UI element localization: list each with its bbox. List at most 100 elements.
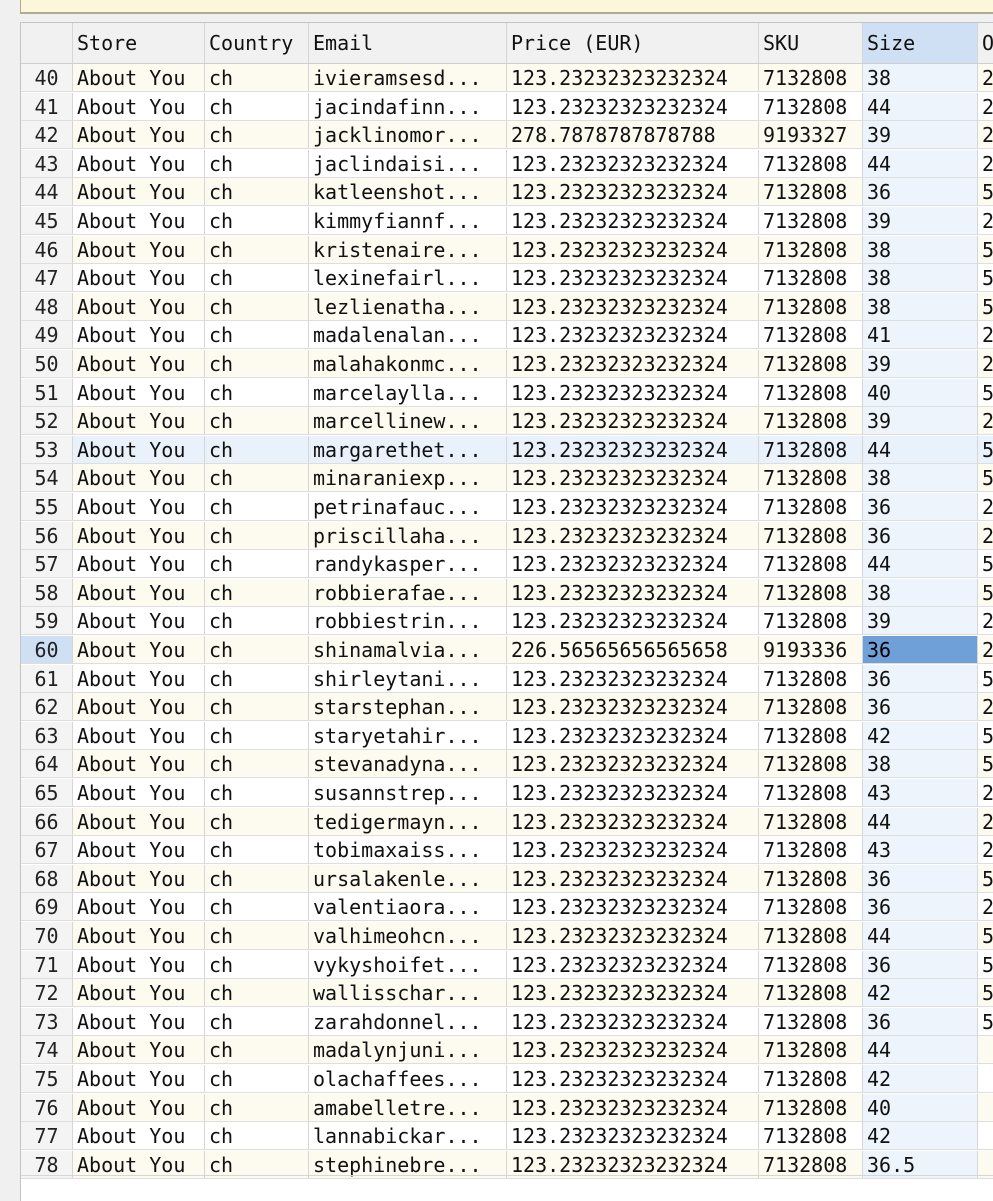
cell-country[interactable]: ch	[205, 350, 309, 378]
cell-sku[interactable]: 7132808	[759, 207, 863, 235]
cell-price[interactable]: 123.23232323232324	[507, 292, 759, 321]
cell-store[interactable]: About You	[73, 979, 205, 1008]
cell-o[interactable]	[978, 1065, 993, 1093]
cell-store[interactable]: About You	[73, 779, 205, 807]
cell-email[interactable]: petrinafauc...	[309, 493, 507, 521]
row-number[interactable]: 61	[21, 664, 73, 693]
cell-email[interactable]: valhimeohcn...	[309, 922, 507, 950]
row-number[interactable]: 45	[21, 207, 73, 235]
row-number[interactable]: 51	[21, 378, 73, 407]
cell-size[interactable]: 39	[863, 607, 978, 636]
cell-o[interactable]: 2	[978, 207, 993, 235]
cell-email[interactable]: randykasper...	[309, 550, 507, 579]
cell-email[interactable]: staryetahir...	[309, 721, 507, 750]
cell-o[interactable]: 5	[978, 264, 993, 293]
row-number[interactable]: 64	[21, 750, 73, 779]
cell-o[interactable]: 2	[978, 493, 993, 521]
cell-sku[interactable]: 7132808	[759, 779, 863, 807]
cell-store[interactable]: About You	[73, 721, 205, 750]
cell-price[interactable]: 123.23232323232324	[507, 435, 759, 464]
cell-email[interactable]: kimmyfiannf...	[309, 207, 507, 235]
cell-country[interactable]: ch	[205, 64, 309, 92]
row-number[interactable]: 77	[21, 1122, 73, 1151]
cell-store[interactable]: About You	[73, 493, 205, 521]
cell-size[interactable]: 36	[863, 664, 978, 693]
row-number[interactable]: 54	[21, 464, 73, 493]
cell-store[interactable]: About You	[73, 750, 205, 779]
cell-size[interactable]: 38	[863, 264, 978, 293]
data-grid[interactable]: Store Country Email Price (EUR) SKU Size…	[20, 22, 993, 1201]
cell-size[interactable]: 40	[863, 1093, 978, 1122]
cell-price[interactable]: 123.23232323232324	[507, 578, 759, 607]
cell-o[interactable]: 2	[978, 636, 993, 664]
table-row[interactable]: 67 About You ch tobimaxaiss... 123.232323232…	[21, 836, 993, 865]
cell-store[interactable]: About You	[73, 235, 205, 264]
cell-price[interactable]: 123.23232323232324	[507, 864, 759, 893]
header-sku[interactable]: SKU	[759, 23, 863, 63]
header-size[interactable]: Size	[863, 23, 978, 63]
cell-sku[interactable]: 7132808	[759, 92, 863, 121]
cell-price[interactable]: 123.23232323232324	[507, 1036, 759, 1065]
table-row[interactable]: 64 About You ch stevanadyna... 123.232323232…	[21, 750, 993, 779]
cell-email[interactable]: starstephan...	[309, 693, 507, 722]
cell-sku[interactable]: 7132808	[759, 149, 863, 178]
row-number[interactable]: 53	[21, 435, 73, 464]
cell-store[interactable]: About You	[73, 464, 205, 493]
cell-size[interactable]: 44	[863, 1036, 978, 1065]
cell-o[interactable]: 5	[978, 550, 993, 579]
cell-store[interactable]: About You	[73, 693, 205, 722]
cell-size[interactable]: 36	[863, 950, 978, 979]
cell-country[interactable]: ch	[205, 92, 309, 121]
cell-size[interactable]: 36	[863, 636, 978, 664]
cell-sku[interactable]: 7132808	[759, 1036, 863, 1065]
cell-price[interactable]: 123.23232323232324	[507, 664, 759, 693]
cell-store[interactable]: About You	[73, 950, 205, 979]
cell-sku[interactable]: 7132808	[759, 1065, 863, 1093]
row-number[interactable]: 48	[21, 292, 73, 321]
cell-country[interactable]: ch	[205, 1122, 309, 1151]
table-row[interactable]: 53 About You ch margarethet... 123.232323232…	[21, 435, 993, 465]
cell-country[interactable]: ch	[205, 521, 309, 550]
cell-size[interactable]: 38	[863, 578, 978, 607]
cell-email[interactable]: tobimaxaiss...	[309, 836, 507, 865]
cell-sku[interactable]: 7132808	[759, 807, 863, 836]
table-row[interactable]: 52 About You ch marcellinew... 123.232323232…	[21, 407, 993, 436]
table-row[interactable]: 47 About You ch lexinefairl... 123.232323232…	[21, 264, 993, 293]
header-country[interactable]: Country	[205, 23, 309, 63]
cell-size[interactable]: 36	[863, 864, 978, 893]
cell-sku[interactable]: 7132808	[759, 1093, 863, 1122]
cell-store[interactable]: About You	[73, 550, 205, 579]
table-row[interactable]: 72 About You ch wallisschar... 123.232323232…	[21, 979, 993, 1008]
cell-size[interactable]: 44	[863, 149, 978, 178]
cell-store[interactable]: About You	[73, 807, 205, 836]
table-row[interactable]: 63 About You ch staryetahir... 123.232323232…	[21, 721, 993, 751]
table-row[interactable]: 61 About You ch shirleytani... 123.232323232…	[21, 664, 993, 694]
cell-size[interactable]: 38	[863, 464, 978, 493]
cell-size[interactable]: 38	[863, 235, 978, 264]
table-row[interactable]: 45 About You ch kimmyfiannf... 123.232323232…	[21, 207, 993, 236]
cell-sku[interactable]: 7132808	[759, 292, 863, 321]
cell-price[interactable]: 123.23232323232324	[507, 807, 759, 836]
cell-o[interactable]: 5	[978, 435, 993, 464]
cell-sku[interactable]: 7132808	[759, 578, 863, 607]
cell-size[interactable]: 36	[863, 693, 978, 722]
cell-sku[interactable]: 7132808	[759, 64, 863, 92]
cell-country[interactable]: ch	[205, 578, 309, 607]
table-row[interactable]: 43 About You ch jaclindaisi... 123.232323232…	[21, 149, 993, 179]
cell-store[interactable]: About You	[73, 578, 205, 607]
table-row[interactable]: 40 About You ch ivieramsesd... 123.232323232…	[21, 64, 993, 93]
cell-email[interactable]: margarethet...	[309, 435, 507, 464]
cell-email[interactable]: katleenshot...	[309, 178, 507, 207]
cell-country[interactable]: ch	[205, 979, 309, 1008]
cell-price[interactable]: 123.23232323232324	[507, 149, 759, 178]
cell-sku[interactable]: 7132808	[759, 350, 863, 378]
cell-price[interactable]: 123.23232323232324	[507, 779, 759, 807]
cell-price[interactable]: 123.23232323232324	[507, 64, 759, 92]
cell-o[interactable]: 2	[978, 779, 993, 807]
cell-sku[interactable]: 7132808	[759, 464, 863, 493]
cell-o[interactable]: 2	[978, 607, 993, 636]
cell-email[interactable]: amabelletre...	[309, 1093, 507, 1122]
cell-o[interactable]: 5	[978, 292, 993, 321]
cell-o[interactable]: 5	[978, 979, 993, 1008]
cell-country[interactable]: ch	[205, 550, 309, 579]
